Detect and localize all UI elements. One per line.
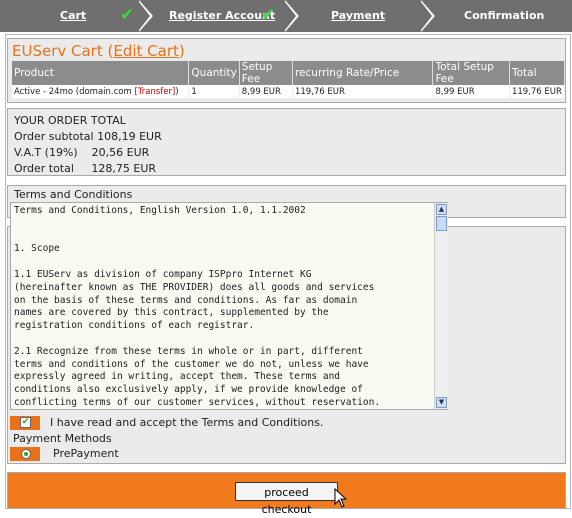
cart-section: EUServ Cart (Edit Cart) Product Quantity… (7, 38, 566, 103)
proceed-checkout-button[interactable]: proceed checkout (235, 482, 338, 516)
column-header: Total (509, 61, 566, 85)
accept-terms-label: I have read and accept the Terms and Con… (50, 416, 324, 429)
payment-methods-heading: Payment Methods (13, 432, 112, 445)
scroll-down-icon[interactable]: ▼ (436, 397, 447, 408)
prepayment-radio[interactable] (21, 449, 31, 459)
edit-cart-link[interactable]: Edit Cart (113, 42, 179, 60)
order-subtotal: Order subtotal 108,19 EUR (14, 130, 162, 143)
order-total-heading: YOUR ORDER TOTAL (14, 114, 126, 127)
table-row: Active - 24mo (domain.com [Transfer]) 1 … (12, 85, 566, 98)
step-cart-link[interactable]: Cart (60, 0, 86, 32)
check-icon: ✔ (261, 5, 276, 25)
total-cell: 119,76 EUR (509, 85, 566, 98)
product-name: Active - 24mo (domain.com (14, 86, 135, 97)
order-vat: V.A.T (19%) 20,56 EUR (14, 146, 150, 159)
scroll-thumb[interactable] (436, 216, 447, 231)
step-confirmation: Confirmation (430, 0, 572, 32)
transfer-tag: [Transfer] (134, 86, 176, 97)
step-register-account[interactable]: Register Account ✔ (140, 0, 290, 32)
scroll-up-icon[interactable]: ▲ (436, 204, 447, 215)
accept-terms-checkbox-bg: ✔ (10, 416, 40, 430)
accept-terms-checkbox[interactable]: ✔ (20, 417, 31, 428)
cart-table: Product Quantity Setup Fee recurring Rat… (12, 61, 566, 98)
recurring-cell: 119,76 EUR (292, 85, 434, 98)
column-header: Setup Fee (239, 61, 293, 85)
mouse-pointer-icon (334, 488, 348, 508)
step-confirmation-label: Confirmation (464, 9, 545, 22)
column-header: Quantity (188, 61, 240, 85)
checkout-steps-bar: Cart ✔ Register Account ✔ Payment Confir… (0, 0, 572, 32)
step-register-account-link[interactable]: Register Account (169, 0, 275, 32)
terms-textarea[interactable]: Terms and Conditions, English Version 1.… (10, 202, 448, 410)
terms-scrollbar[interactable]: ▲ ▼ (434, 203, 448, 409)
column-header: recurring Rate/Price (292, 61, 434, 85)
terms-heading: Terms and Conditions (14, 188, 133, 201)
column-header: Product (12, 61, 190, 85)
cart-title: EUServ Cart (Edit Cart) (12, 42, 185, 60)
step-payment[interactable]: Payment (290, 0, 430, 32)
order-total-section: YOUR ORDER TOTAL Order subtotal 108,19 E… (7, 108, 566, 176)
prepayment-label: PrePayment (53, 447, 119, 460)
step-cart[interactable]: Cart ✔ (0, 0, 140, 32)
column-header: Total Setup Fee (432, 61, 510, 85)
check-icon: ✔ (120, 5, 135, 25)
step-payment-link[interactable]: Payment (331, 0, 385, 32)
cart-title-text: EUServ Cart (12, 42, 103, 60)
total-setup-cell: 8,99 EUR (432, 85, 510, 98)
payment-radio-bg (10, 447, 40, 461)
product-cell: Active - 24mo (domain.com [Transfer]) (12, 85, 190, 98)
order-total: Order total 128,75 EUR (14, 162, 157, 175)
quantity-cell: 1 (188, 85, 240, 98)
cart-table-header: Product Quantity Setup Fee recurring Rat… (12, 61, 566, 85)
setup-fee-cell: 8,99 EUR (239, 85, 293, 98)
